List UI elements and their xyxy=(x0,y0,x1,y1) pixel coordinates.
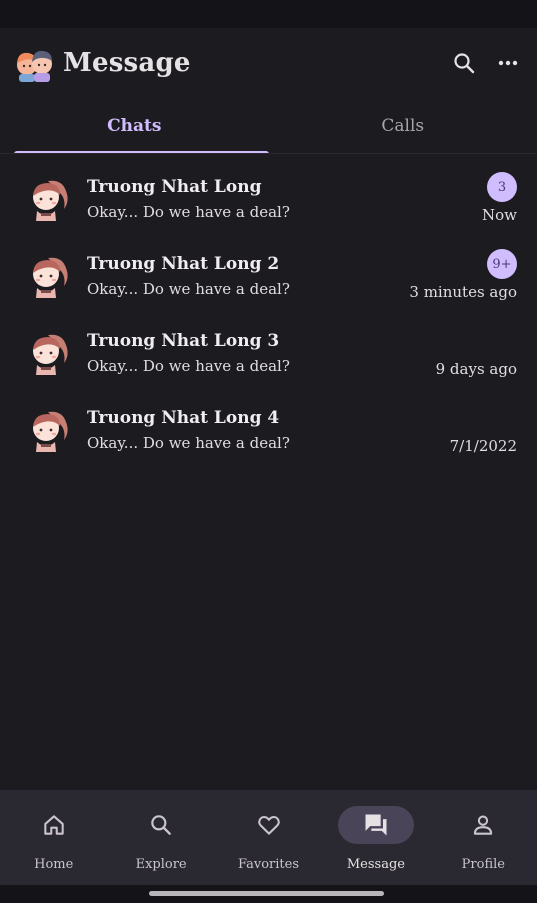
tab-chats[interactable]: Chats xyxy=(0,98,269,154)
nav-label: Home xyxy=(34,857,74,872)
tab-bar: Chats Calls xyxy=(0,98,537,154)
chat-list: Truong Nhat Long Okay... Do we have a de… xyxy=(0,160,537,468)
chat-message: Okay... Do we have a deal? xyxy=(87,202,290,221)
nav-label: Message xyxy=(346,857,405,872)
nav-message[interactable]: Message xyxy=(322,790,429,885)
gesture-handle[interactable] xyxy=(149,891,384,896)
chat-time: 9 days ago xyxy=(435,360,517,378)
nav-label: Profile xyxy=(461,857,505,872)
chat-list-item[interactable]: Truong Nhat Long 3 Okay... Do we have a … xyxy=(0,314,537,391)
girl-avatar-icon xyxy=(33,334,68,375)
nav-active-indicator xyxy=(337,806,414,844)
nav-explore[interactable]: Explore xyxy=(107,790,214,885)
nav-icon-container xyxy=(123,806,199,844)
chat-list-item[interactable]: Truong Nhat Long Okay... Do we have a de… xyxy=(0,160,537,237)
nav-icon-container xyxy=(231,806,307,844)
tab-calls[interactable]: Calls xyxy=(269,98,537,154)
home-icon xyxy=(44,815,64,835)
chat-list-item[interactable]: Truong Nhat Long 2 Okay... Do we have a … xyxy=(0,237,537,314)
unread-badge: 3 xyxy=(487,172,517,202)
chat-name: Truong Nhat Long xyxy=(87,176,262,197)
chat-time: 7/1/2022 xyxy=(449,437,517,455)
nav-home[interactable]: Home xyxy=(0,790,107,885)
tab-label: Chats xyxy=(107,116,162,136)
app-actions xyxy=(449,48,523,78)
girl-avatar-icon xyxy=(33,411,68,452)
chat-list-item[interactable]: Truong Nhat Long 4 Okay... Do we have a … xyxy=(0,391,537,468)
more-horiz-icon xyxy=(498,60,518,66)
nav-icon-container xyxy=(445,806,521,844)
unread-badge: 9+ xyxy=(487,249,517,279)
couple-avatar-icon xyxy=(17,50,52,82)
chat-time: 3 minutes ago xyxy=(409,283,517,301)
nav-label: Favorites xyxy=(238,857,300,872)
bottom-navigation: Home Explore Favorites Message Profile xyxy=(0,790,537,885)
more-button[interactable] xyxy=(493,48,523,78)
forum-icon xyxy=(365,814,387,836)
nav-favorites[interactable]: Favorites xyxy=(215,790,322,885)
status-bar xyxy=(0,0,537,28)
page-title: Message xyxy=(63,48,191,78)
search-icon xyxy=(151,815,171,835)
nav-profile[interactable]: Profile xyxy=(430,790,537,885)
person-icon xyxy=(474,815,493,835)
heart-icon xyxy=(257,815,280,835)
girl-avatar-icon xyxy=(33,257,68,298)
nav-label: Explore xyxy=(135,857,187,872)
search-button[interactable] xyxy=(449,48,479,78)
tab-label: Calls xyxy=(381,116,425,136)
search-icon xyxy=(454,53,475,74)
nav-icon-container xyxy=(16,806,92,844)
tab-divider xyxy=(0,153,537,154)
chat-time: Now xyxy=(482,206,517,224)
girl-avatar-icon xyxy=(33,180,68,221)
app-bar: Message xyxy=(0,28,537,98)
